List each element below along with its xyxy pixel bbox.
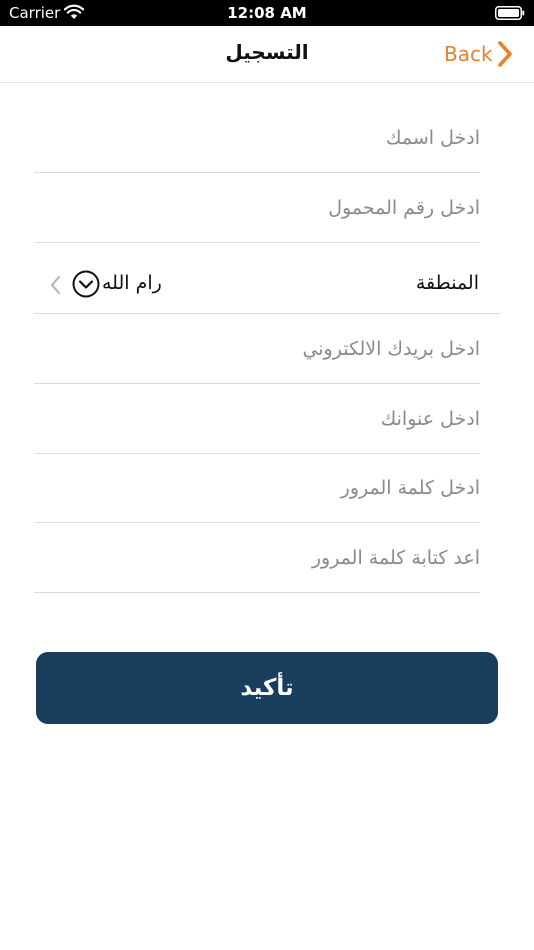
region-label: المنطقة <box>415 272 479 294</box>
password-confirm-field <box>34 523 480 593</box>
region-selector[interactable]: المنطقة رام الله <box>34 243 500 314</box>
mobile-input[interactable] <box>34 173 480 242</box>
chevron-right-icon <box>497 41 512 67</box>
battery-icon <box>495 6 525 20</box>
back-button-label: Back <box>444 42 493 66</box>
password-confirm-input[interactable] <box>34 523 480 592</box>
name-field <box>34 103 480 173</box>
mobile-field <box>34 173 480 243</box>
password-field <box>34 453 480 523</box>
status-time: 12:08 AM <box>227 4 307 22</box>
back-button[interactable]: Back <box>444 37 513 71</box>
email-input[interactable] <box>34 314 480 383</box>
status-bar: Carrier 12:08 AM <box>0 0 534 26</box>
address-field <box>34 384 480 454</box>
confirm-button[interactable]: تأكيد <box>36 652 498 724</box>
region-value: رام الله <box>102 272 162 294</box>
chevron-left-icon <box>51 276 60 294</box>
navigation-bar: التسجيل Back <box>0 26 534 83</box>
chevron-down-icon <box>72 270 100 298</box>
address-input[interactable] <box>34 384 480 453</box>
password-input[interactable] <box>34 453 480 522</box>
email-field <box>34 314 480 384</box>
name-input[interactable] <box>34 103 480 172</box>
